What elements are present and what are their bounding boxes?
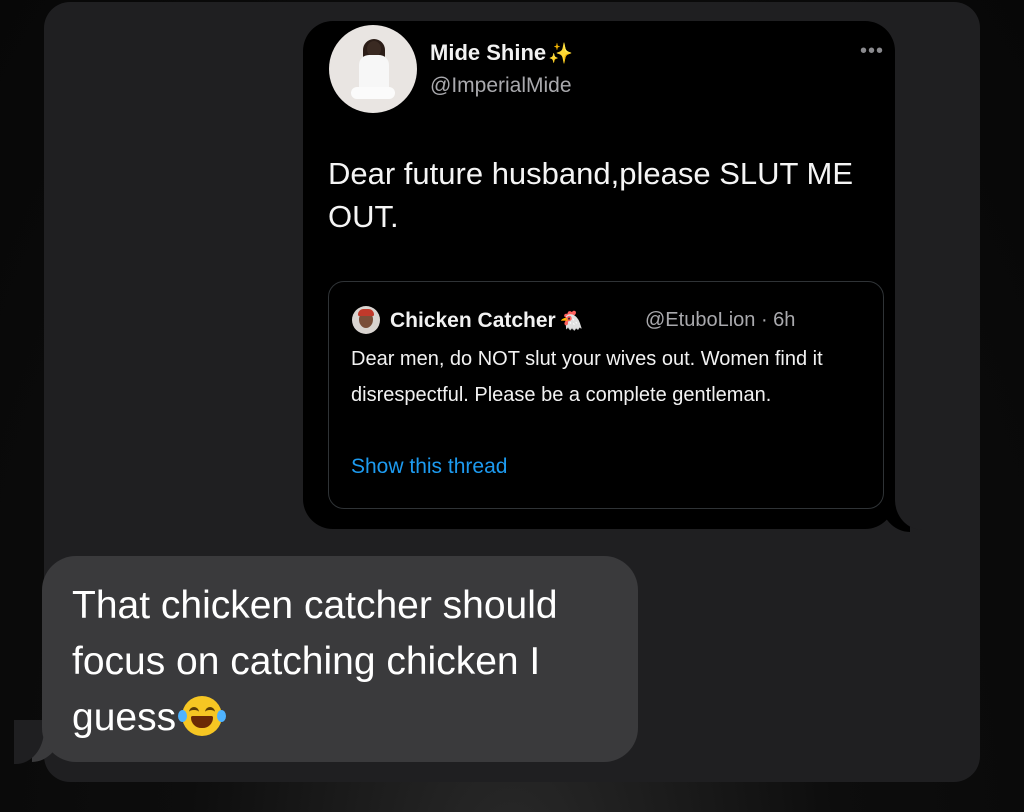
quoted-author-avatar[interactable] — [352, 306, 380, 334]
quoted-author-name-text: Chicken Catcher — [390, 309, 556, 332]
quoted-tweet-text: Dear men, do NOT slut your wives out. Wo… — [351, 348, 823, 406]
laughing-emoji-icon — [178, 696, 227, 736]
incoming-message-text: That chicken catcher should focus on cat… — [72, 578, 632, 746]
quoted-author-name[interactable]: Chicken Catcher 🐔 — [390, 309, 583, 333]
chicken-icon: 🐔 — [559, 311, 584, 332]
author-avatar[interactable] — [329, 25, 417, 113]
message-text: That chicken catcher should focus on cat… — [72, 584, 558, 739]
more-options-icon[interactable]: ••• — [860, 40, 884, 63]
tweet-text: Dear future husband,please SLUT ME OUT. — [328, 156, 854, 234]
tweet-author-name[interactable]: Mide Shine ✨ — [430, 40, 573, 66]
show-thread-link[interactable]: Show this thread — [351, 455, 507, 479]
sparkles-icon: ✨ — [548, 43, 574, 65]
quoted-author-meta: @EtuboLion · 6h — [645, 309, 796, 331]
tweet-author-handle[interactable]: @ImperialMide — [430, 74, 572, 98]
author-name-text: Mide Shine — [430, 40, 547, 65]
